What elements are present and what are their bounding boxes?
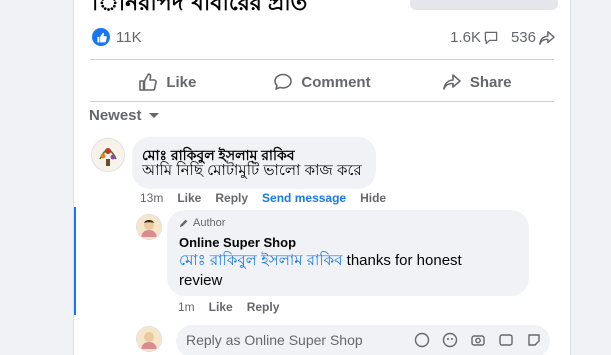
reply-time[interactable]: 1m: [178, 300, 195, 314]
comment-icon: [274, 73, 293, 90]
share-icon: [443, 74, 461, 90]
current-user-avatar: [136, 326, 162, 352]
reply-meta: 1m Like Reply: [178, 300, 279, 314]
reply-author-avatar[interactable]: [136, 214, 162, 240]
share-count[interactable]: 536: [511, 29, 556, 46]
comment-text: আমি নিছি মোটামুটি ভালো কাজ করে: [142, 162, 362, 179]
reply-tools: [414, 332, 542, 348]
reply-reply-link[interactable]: Reply: [247, 300, 280, 314]
reaction-stats: 11K 1.6K 536: [92, 28, 556, 50]
comment-count-icon: [484, 31, 498, 44]
comment-time[interactable]: 13m: [140, 191, 163, 205]
sticker-icon[interactable]: [526, 332, 542, 348]
comment-hide-link[interactable]: Hide: [360, 191, 386, 205]
comment-bubble: মোঃ রাকিবুল ইসলাম রাকিব আমি নিছি মোটামুট…: [132, 137, 376, 189]
comment-meta: 13m Like Reply Send message Hide: [140, 191, 386, 205]
comment-button[interactable]: Comment: [245, 65, 400, 99]
comment-like-link[interactable]: Like: [177, 191, 201, 205]
post-header-box: [410, 0, 558, 10]
comment-reply-link[interactable]: Reply: [215, 191, 248, 205]
avatar-sticker-icon[interactable]: [414, 332, 430, 348]
post-actions: Like Comment Share: [90, 65, 554, 99]
send-message-link[interactable]: Send message: [262, 191, 346, 205]
stats-divider: [90, 59, 554, 60]
comment-sort-dropdown[interactable]: Newest: [89, 107, 160, 124]
camera-icon[interactable]: [470, 332, 486, 348]
emoji-icon[interactable]: [442, 332, 458, 348]
like-count[interactable]: 11K: [116, 29, 142, 46]
thumbs-up-icon: [139, 73, 158, 91]
reply-author[interactable]: Online Super Shop: [179, 235, 296, 250]
reply-like-link[interactable]: Like: [209, 300, 233, 314]
commenter-avatar[interactable]: [91, 138, 125, 172]
pen-icon: [179, 219, 188, 228]
share-count-icon: [539, 30, 555, 45]
reply-thread-line: [74, 207, 76, 315]
reply-text: মোঃ রাকিবুল ইসলাম রাকিব thanks for hones…: [179, 252, 462, 289]
reply-mention[interactable]: মোঃ রাকিবুল ইসলাম রাকিব: [179, 252, 342, 269]
caret-down-icon: [148, 112, 159, 118]
gif-icon[interactable]: [498, 332, 514, 348]
reply-bubble: Author Online Super Shop মোঃ রাকিবুল ইসল…: [167, 210, 529, 296]
share-button[interactable]: Share: [399, 65, 554, 99]
actions-divider: [90, 101, 554, 102]
like-reaction-icon[interactable]: [92, 28, 110, 46]
post-title: িনিরাপদ খাবারের প্রতি: [92, 0, 308, 15]
post-card: িনিরাপদ খাবারের প্রতি 11K 1.6K 536 Like …: [73, 0, 571, 355]
comment-count[interactable]: 1.6K: [450, 29, 499, 46]
author-badge: Author: [179, 217, 225, 229]
reply-input[interactable]: Reply as Online Super Shop: [176, 325, 550, 355]
like-button[interactable]: Like: [90, 65, 245, 99]
reply-input-placeholder: Reply as Online Super Shop: [186, 332, 363, 348]
